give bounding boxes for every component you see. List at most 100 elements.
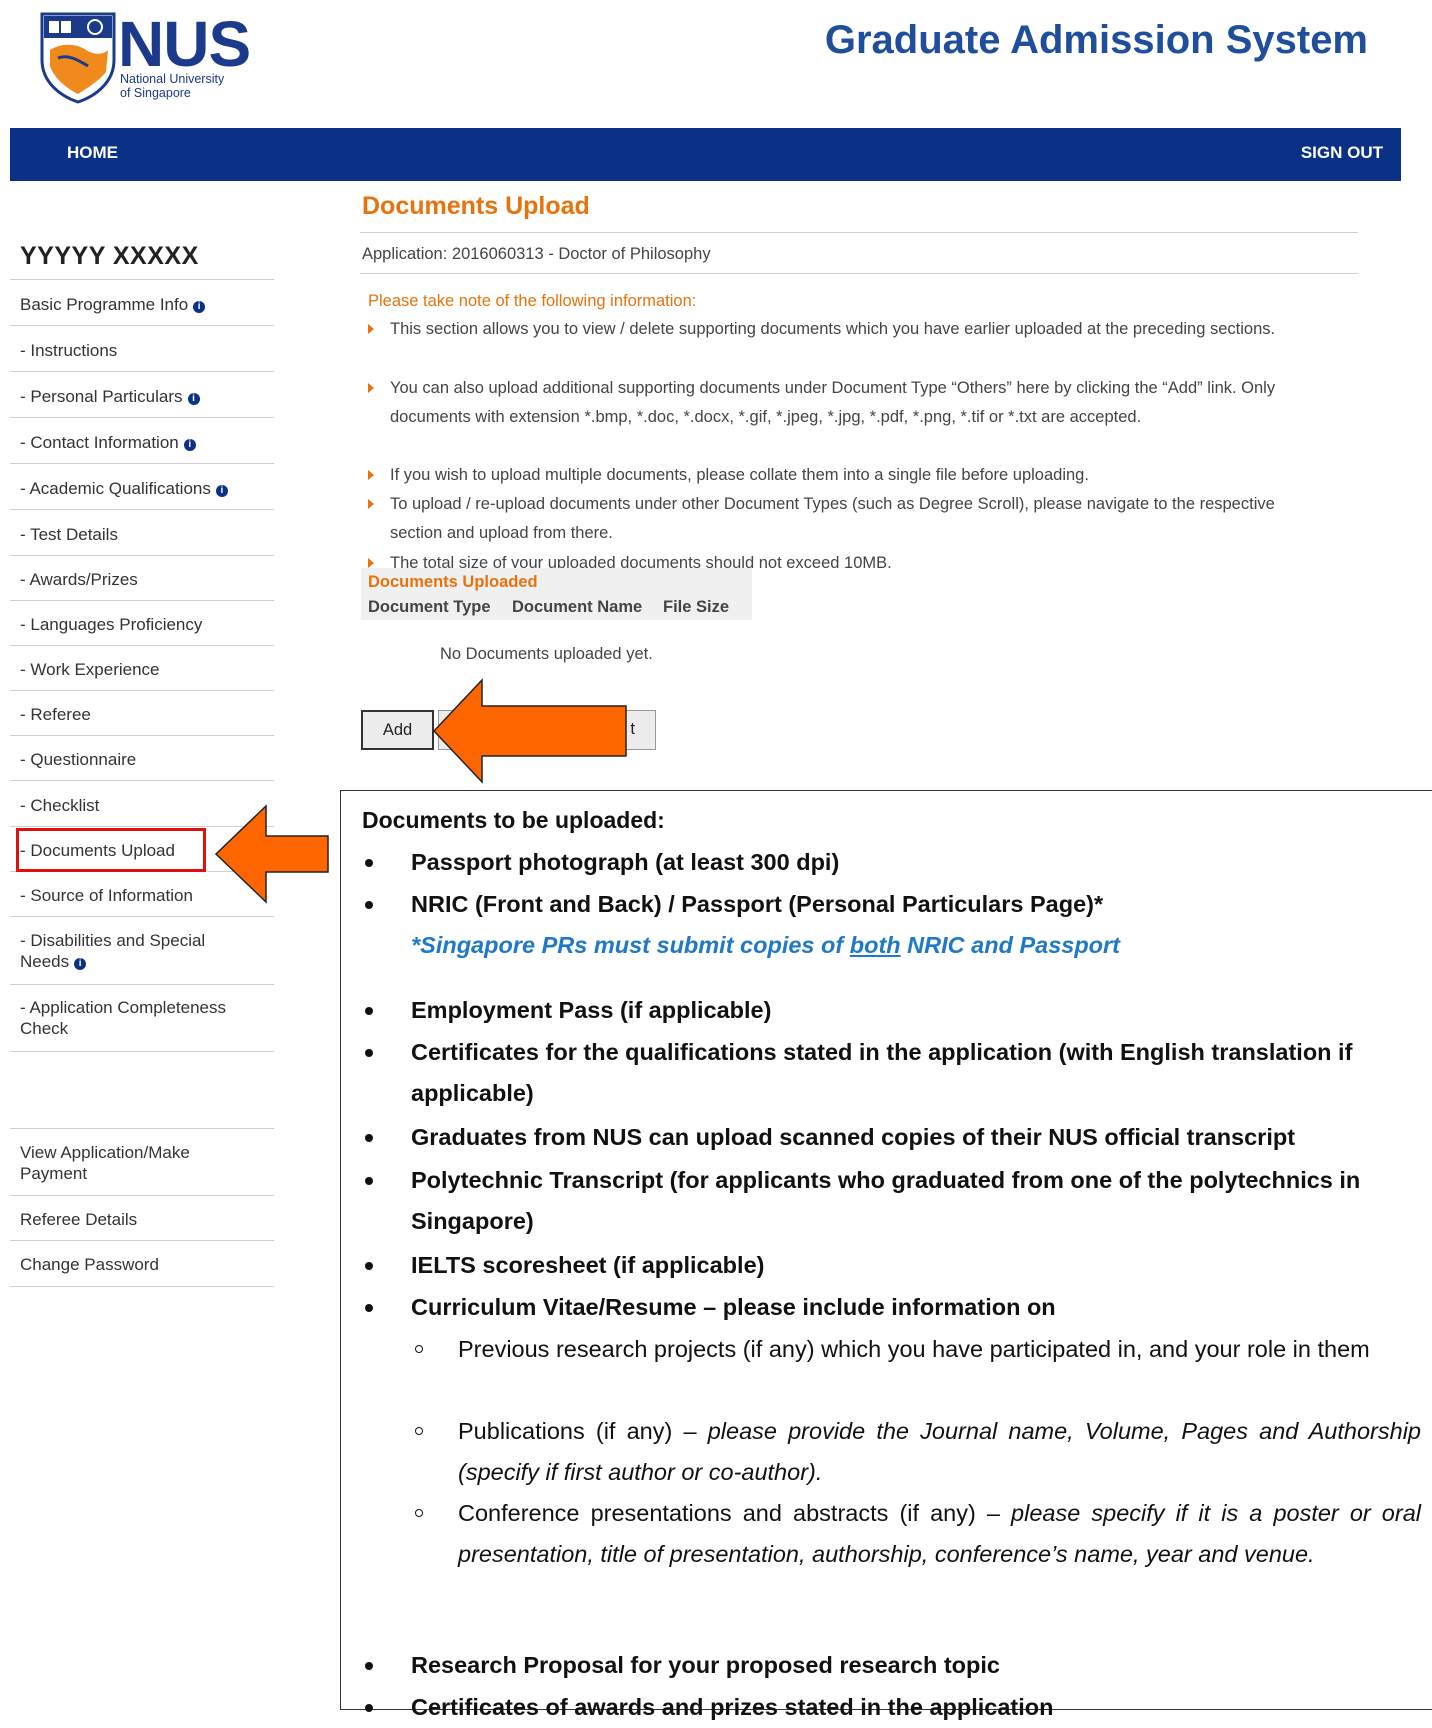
pr-note-text: *Singapore PRs must submit copies of: [411, 932, 850, 958]
triangle-bullet-icon: [368, 499, 374, 509]
sidebar-item-label: - Questionnaire: [20, 750, 137, 769]
sidebar-item-academic-qualifications[interactable]: - Academic Qualifications i: [20, 478, 270, 499]
logo-subtitle: National University of Singapore: [120, 72, 224, 100]
bullet-icon: [365, 859, 373, 867]
sidebar-item-label: - Academic Qualifications: [20, 479, 211, 498]
sidebar-item-basic-programme-info[interactable]: Basic Programme Info i: [20, 294, 270, 315]
sidebar-divider: [10, 509, 274, 510]
sidebar-item-label: - Work Experience: [20, 660, 160, 679]
sign-out-link[interactable]: SIGN OUT: [1301, 143, 1383, 163]
sidebar-item-label: - Test Details: [20, 525, 118, 544]
pr-note-text: NRIC and Passport: [900, 932, 1121, 958]
note-text: To upload / re-upload documents under ot…: [390, 495, 1275, 542]
bullet-icon: [365, 1177, 373, 1185]
sidebar-item-label: - Instructions: [20, 341, 118, 360]
sidebar-item-label: - Checklist: [20, 796, 100, 815]
notes-heading: Please take note of the following inform…: [368, 292, 697, 310]
required-document-item: IELTS scoresheet (if applicable): [365, 1245, 1421, 1286]
info-icon[interactable]: i: [183, 439, 196, 451]
bullet-icon: [365, 1662, 373, 1670]
sidebar-item-label: Basic Programme Info: [20, 295, 189, 314]
info-icon[interactable]: i: [187, 393, 200, 405]
triangle-bullet-icon: [368, 558, 374, 568]
info-icon[interactable]: i: [215, 485, 228, 497]
user-name: YYYYY XXXXX: [20, 242, 199, 270]
nus-logo: NUS National University of Singapore: [38, 10, 258, 106]
bullet-icon: [365, 901, 373, 909]
required-document-text: Curriculum Vitae/Resume – please include…: [411, 1294, 1056, 1320]
required-document-item: Passport photograph (at least 300 dpi): [365, 842, 1421, 883]
add-button[interactable]: Add: [361, 710, 434, 750]
documents-upload-highlight: [16, 828, 206, 872]
sidebar-divider: [10, 463, 274, 464]
application-info: Application: 2016060313 - Doctor of Phil…: [362, 245, 711, 263]
column-document-name: Document Name: [512, 598, 643, 616]
sidebar-item-label: - Application Completeness Check: [20, 998, 227, 1038]
sidebar-item-languages-proficiency[interactable]: - Languages Proficiency: [20, 614, 270, 635]
required-document-text: Certificates for the qualifications stat…: [411, 1039, 1353, 1106]
sidebar-link-change-password[interactable]: Change Password: [20, 1254, 220, 1275]
sidebar-divider: [10, 916, 274, 917]
hollow-bullet-icon: [415, 1345, 423, 1353]
documents-required-callout: Documents to be uploaded: Passport photo…: [340, 790, 1432, 1720]
sidebar-item-label: - Awards/Prizes: [20, 570, 138, 589]
bullet-icon: [365, 1304, 373, 1312]
bullet-icon: [365, 1134, 373, 1142]
required-document-text: Passport photograph (at least 300 dpi): [411, 849, 840, 875]
home-link[interactable]: HOME: [67, 143, 118, 163]
sidebar-item-application-completeness-check[interactable]: - Application Completeness Check: [20, 997, 250, 1039]
sidebar-divider: [10, 279, 274, 280]
required-document-text: NRIC (Front and Back) / Passport (Person…: [411, 891, 1104, 917]
info-icon[interactable]: i: [193, 301, 206, 313]
triangle-bullet-icon: [368, 383, 374, 393]
sidebar-item-test-details[interactable]: - Test Details: [20, 524, 270, 545]
sidebar-link-referee-details[interactable]: Referee Details: [20, 1209, 220, 1230]
sidebar-divider: [10, 1051, 274, 1052]
required-document-text: Certificates of awards and prizes stated…: [411, 1694, 1054, 1720]
note-text: You can also upload additional supportin…: [390, 379, 1276, 426]
required-document-item: Research Proposal for your proposed rese…: [365, 1645, 1421, 1686]
documents-uploaded-heading: Documents Uploaded: [368, 573, 538, 591]
sidebar-divider: [10, 417, 274, 418]
bullet-icon: [365, 1049, 373, 1057]
sidebar-item-questionnaire[interactable]: - Questionnaire: [20, 749, 270, 770]
sidebar-item-personal-particulars[interactable]: - Personal Particulars i: [20, 386, 270, 407]
required-document-item: Certificates for the qualifications stat…: [365, 1032, 1421, 1114]
required-document-item: Certificates of awards and prizes stated…: [365, 1687, 1421, 1728]
info-icon[interactable]: i: [74, 958, 87, 970]
sidebar-divider: [10, 371, 274, 372]
bullet-icon: [365, 1704, 373, 1712]
required-document-text: Polytechnic Transcript (for applicants w…: [411, 1167, 1361, 1234]
sidebar-item-awards-prizes[interactable]: - Awards/Prizes: [20, 569, 270, 590]
empty-table-message: No Documents uploaded yet.: [440, 645, 653, 663]
sidebar-item-referee[interactable]: - Referee: [20, 704, 270, 725]
sidebar-item-disabilities-and-special-needs[interactable]: - Disabilities and Special Needs i: [20, 930, 250, 972]
note-text: If you wish to upload multiple documents…: [390, 466, 1089, 484]
triangle-bullet-icon: [368, 470, 374, 480]
required-document-text: Research Proposal for your proposed rese…: [411, 1652, 1000, 1678]
sidebar-item-work-experience[interactable]: - Work Experience: [20, 659, 270, 680]
sidebar-item-instructions[interactable]: - Instructions: [20, 340, 270, 361]
sidebar-item-contact-information[interactable]: - Contact Information i: [20, 432, 270, 453]
logo-subtitle-line-2: of Singapore: [120, 86, 191, 100]
pr-note: *Singapore PRs must submit copies of bot…: [411, 925, 1120, 966]
required-document-item: Polytechnic Transcript (for applicants w…: [365, 1160, 1421, 1242]
bullet-icon: [365, 1007, 373, 1015]
cv-sub-text: Publications (if any) –: [458, 1418, 708, 1444]
arrow-to-documents-upload-icon: [214, 804, 329, 904]
triangle-bullet-icon: [368, 324, 374, 334]
cv-sub-text: Conference presentations and abstracts (…: [458, 1500, 1012, 1526]
sidebar-divider: [10, 645, 274, 646]
sidebar-link-view-application-make-payment[interactable]: View Application/Make Payment: [20, 1142, 220, 1184]
system-title: Graduate Admission System: [824, 18, 1368, 62]
cv-sub-item: Publications (if any) – please provide t…: [415, 1411, 1421, 1493]
sidebar-divider: [10, 735, 274, 736]
note-text: This section allows you to view / delete…: [390, 320, 1276, 338]
sidebar-item-label: - Languages Proficiency: [20, 615, 203, 634]
note-item: This section allows you to view / delete…: [368, 315, 1328, 344]
top-nav-bar: HOME SIGN OUT: [10, 128, 1401, 181]
required-document-item: Graduates from NUS can upload scanned co…: [365, 1117, 1421, 1158]
sidebar-divider: [10, 1195, 274, 1196]
nus-crest-icon: [40, 12, 116, 104]
page-title: Documents Upload: [362, 192, 590, 220]
